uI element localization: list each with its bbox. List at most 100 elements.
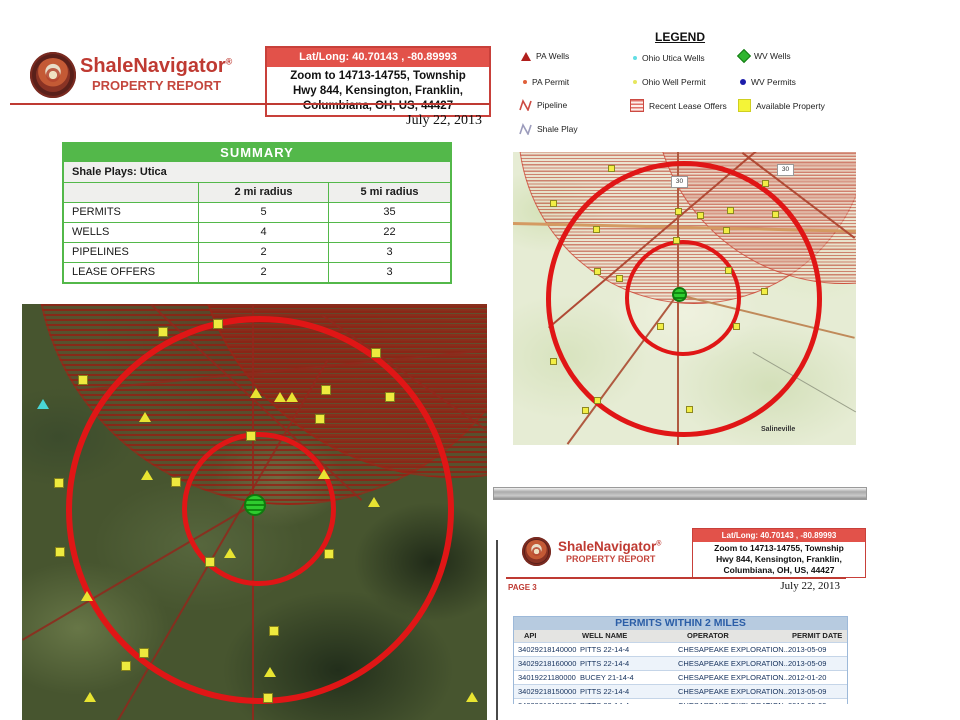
table-row: 34029218140000 PITTS 22-14-4 CHESAPEAKE …	[514, 642, 847, 656]
brand-subtitle: PROPERTY REPORT	[92, 78, 222, 93]
map-marker-ctri	[37, 399, 49, 409]
map-marker-sq	[139, 648, 149, 658]
map-marker-sq-sm	[657, 323, 664, 330]
route-shield: 30	[777, 164, 794, 176]
map-marker-sq-sm	[594, 397, 601, 404]
map-marker-sq-sm	[697, 212, 704, 219]
route-shield: 30	[671, 176, 688, 188]
map-marker-tri	[466, 692, 478, 702]
map-marker-tri	[141, 470, 153, 480]
page-edge-line	[496, 540, 498, 720]
map-marker-sq-sm	[594, 268, 601, 275]
map-marker-tri	[81, 591, 93, 601]
shalenavigator-logo-icon	[30, 52, 76, 98]
summary-table: SUMMARY Shale Plays: Utica 2 mi radius 5…	[62, 142, 452, 284]
pa-permit-icon	[523, 80, 527, 84]
map-marker-tri	[368, 497, 380, 507]
map-marker-sq	[158, 327, 168, 337]
map-marker-sq	[78, 375, 88, 385]
table-row: WELLS 4 22	[64, 222, 450, 242]
permits-table-title: PERMITS WITHIN 2 MILES	[514, 617, 847, 630]
map-marker-sq-sm	[727, 207, 734, 214]
map-marker-tri	[139, 412, 151, 422]
summary-title: SUMMARY	[64, 144, 450, 162]
latlong-value: 40.70143 , -80.89993	[352, 51, 457, 63]
table-row: LEASE OFFERS 2 3	[64, 262, 450, 282]
map-marker-sq-sm	[723, 227, 730, 234]
zoom-address: Zoom to 14713-14755, Township Hwy 844, K…	[267, 67, 489, 115]
table-row: PERMITS 5 35	[64, 202, 450, 222]
map-marker-sq-sm	[761, 288, 768, 295]
map-marker-sq	[385, 392, 395, 402]
legend-item-recent-lease-offers: Recent Lease Offers	[630, 99, 727, 112]
map-marker-sq	[324, 549, 334, 559]
map-marker-sq-sm	[725, 267, 732, 274]
map-marker-sq-sm	[608, 165, 615, 172]
latlong-bar: Lat/Long: 40.70143 , -80.89993	[693, 529, 865, 542]
map-marker-sq-sm	[686, 406, 693, 413]
summary-col-headers: 2 mi radius 5 mi radius	[64, 182, 450, 202]
pipeline-icon	[519, 99, 532, 111]
map-marker-tri	[224, 548, 236, 558]
legend-item-pa-wells: PA Wells	[521, 51, 569, 61]
map-marker-sq	[315, 414, 325, 424]
map-marker-tri	[286, 392, 298, 402]
map-marker-sq	[246, 431, 256, 441]
permits-col-headers: API WELL NAME OPERATOR PERMIT DATE	[514, 630, 847, 642]
brand-title: ShaleNavigator®	[80, 55, 233, 77]
location-box-page3: Lat/Long: 40.70143 , -80.89993 Zoom to 1…	[692, 528, 866, 578]
horizontal-scrollbar[interactable]	[493, 487, 867, 500]
map-marker-sq	[205, 557, 215, 567]
legend-item-ohio-utica-wells: Ohio Utica Wells	[633, 53, 705, 63]
col-5mi: 5 mi radius	[328, 183, 450, 202]
place-label: Salineville	[761, 426, 796, 433]
legend-title: LEGEND	[655, 30, 706, 44]
ohio-well-permit-icon	[633, 80, 637, 84]
ohio-utica-wells-icon	[633, 56, 637, 60]
map-marker-sq-sm	[550, 358, 557, 365]
brand-subtitle: PROPERTY REPORT	[566, 554, 656, 564]
legend-item-available-property: Available Property	[738, 99, 825, 112]
report-date-page3: July 22, 2013	[780, 580, 840, 592]
map-marker-sq-sm	[616, 275, 623, 282]
header-rule	[10, 103, 490, 105]
map-marker-tri	[84, 692, 96, 702]
page-number-label: PAGE 3	[508, 583, 537, 592]
map-marker-sq	[371, 348, 381, 358]
map-marker-sq	[269, 626, 279, 636]
map-marker-sq-sm	[675, 208, 682, 215]
map-marker-sq-sm	[593, 226, 600, 233]
latlong-label: Lat/Long:	[299, 51, 350, 63]
summary-subtitle: Shale Plays: Utica	[64, 162, 450, 182]
report-slide: ShaleNavigator® PROPERTY REPORT Lat/Long…	[0, 0, 960, 720]
table-row: 34029218160000 PITTS 22-14-4 CHESAPEAKE …	[514, 656, 847, 670]
brand-block-page3: ShaleNavigator® PROPERTY REPORT	[558, 539, 661, 564]
map-marker-tri	[264, 667, 276, 677]
legend-item-wv-wells: WV Wells	[736, 48, 791, 64]
map-marker-sq	[213, 319, 223, 329]
legend-item-pa-permit: PA Permit	[523, 77, 569, 87]
pa-wells-icon	[521, 51, 531, 61]
available-property-icon	[738, 99, 751, 112]
shale-play-icon	[519, 123, 532, 135]
legend-item-ohio-well-permit: Ohio Well Permit	[633, 77, 706, 87]
legend-item-wv-permits: WV Permits	[740, 77, 796, 87]
report-date: July 22, 2013	[406, 113, 482, 128]
brand-title: ShaleNavigator®	[558, 539, 662, 554]
map-marker-sq	[171, 477, 181, 487]
wv-wells-icon	[736, 48, 752, 64]
shalenavigator-logo-icon	[522, 537, 551, 566]
wv-permits-icon	[740, 79, 746, 85]
zoom-line1: Zoom to 14713-14755, Township	[290, 70, 466, 82]
zoom-line3: Columbiana, OH, US, 44427	[302, 100, 454, 112]
map-marker-tri	[318, 469, 330, 479]
map-marker-sq-sm	[673, 237, 680, 244]
map-marker-sq	[321, 385, 331, 395]
header-rule-page3	[506, 577, 846, 579]
permits-table-clip: PERMITS WITHIN 2 MILES API WELL NAME OPE…	[513, 616, 848, 704]
map-marker-sq	[263, 693, 273, 703]
map-marker-sq-sm	[762, 180, 769, 187]
map-marker-sq-sm	[772, 211, 779, 218]
map-marker-sq	[121, 661, 131, 671]
legend-item-shale-play: Shale Play	[519, 123, 578, 135]
